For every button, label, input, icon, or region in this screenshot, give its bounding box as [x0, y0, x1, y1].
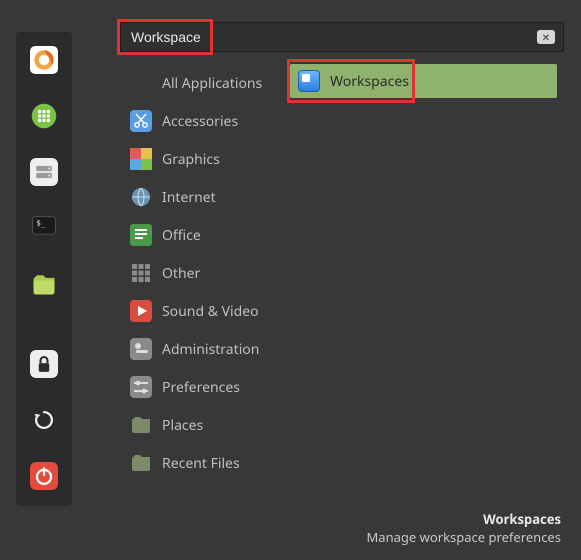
category-label: Internet: [162, 188, 216, 207]
favorites-panel: $_: [16, 32, 72, 506]
internet-icon: [130, 186, 152, 208]
results-list: Workspaces: [290, 64, 557, 98]
category-office[interactable]: Office: [124, 216, 284, 254]
workspaces-icon: [298, 70, 320, 92]
terminal-icon[interactable]: $_: [28, 212, 60, 244]
category-label: Office: [162, 226, 201, 245]
admin-icon: [130, 338, 152, 360]
result-workspaces[interactable]: Workspaces: [290, 64, 557, 98]
phone-icon[interactable]: [28, 100, 60, 132]
category-label: Other: [162, 264, 200, 283]
preferences-icon: [130, 376, 152, 398]
favorites-group-top: $_: [28, 44, 60, 300]
category-label: Accessories: [162, 112, 238, 131]
category-label: Graphics: [162, 150, 220, 169]
update-icon[interactable]: [28, 404, 60, 436]
category-accessories[interactable]: Accessories: [124, 102, 284, 140]
category-label: Sound & Video: [162, 302, 259, 321]
category-sound-video[interactable]: Sound & Video: [124, 292, 284, 330]
category-label: Administration: [162, 340, 259, 359]
search-input[interactable]: [121, 29, 537, 45]
shutdown-icon[interactable]: [28, 460, 60, 492]
category-places[interactable]: Places: [124, 406, 284, 444]
category-label: Preferences: [162, 378, 240, 397]
search-row: ✕: [120, 22, 564, 52]
category-label: All Applications: [162, 74, 262, 93]
category-internet[interactable]: Internet: [124, 178, 284, 216]
status-footer: Workspaces Manage workspace preferences: [367, 510, 562, 546]
folder-icon: [130, 414, 152, 436]
footer-subtitle: Manage workspace preferences: [367, 528, 562, 546]
category-label: Recent Files: [162, 454, 240, 473]
svg-text:$_: $_: [36, 218, 46, 227]
favorites-group-bottom: [28, 348, 60, 492]
clear-search-icon[interactable]: ✕: [537, 30, 555, 44]
files-icon[interactable]: [28, 268, 60, 300]
lock-icon[interactable]: [28, 348, 60, 380]
category-recent-files[interactable]: Recent Files: [124, 444, 284, 482]
category-label: Places: [162, 416, 203, 435]
footer-title: Workspaces: [367, 510, 562, 528]
category-other[interactable]: Other: [124, 254, 284, 292]
categories-list: All Applications Accessories Graphics In…: [124, 64, 284, 482]
result-label: Workspaces: [330, 72, 409, 91]
scissors-icon: [130, 110, 152, 132]
office-icon: [130, 224, 152, 246]
category-all-applications[interactable]: All Applications: [124, 64, 284, 102]
disks-icon[interactable]: [28, 156, 60, 188]
category-graphics[interactable]: Graphics: [124, 140, 284, 178]
firefox-icon[interactable]: [28, 44, 60, 76]
graphics-icon: [130, 148, 152, 170]
play-icon: [130, 300, 152, 322]
folder-icon: [130, 452, 152, 474]
category-preferences[interactable]: Preferences: [124, 368, 284, 406]
other-icon: [130, 262, 152, 284]
category-administration[interactable]: Administration: [124, 330, 284, 368]
